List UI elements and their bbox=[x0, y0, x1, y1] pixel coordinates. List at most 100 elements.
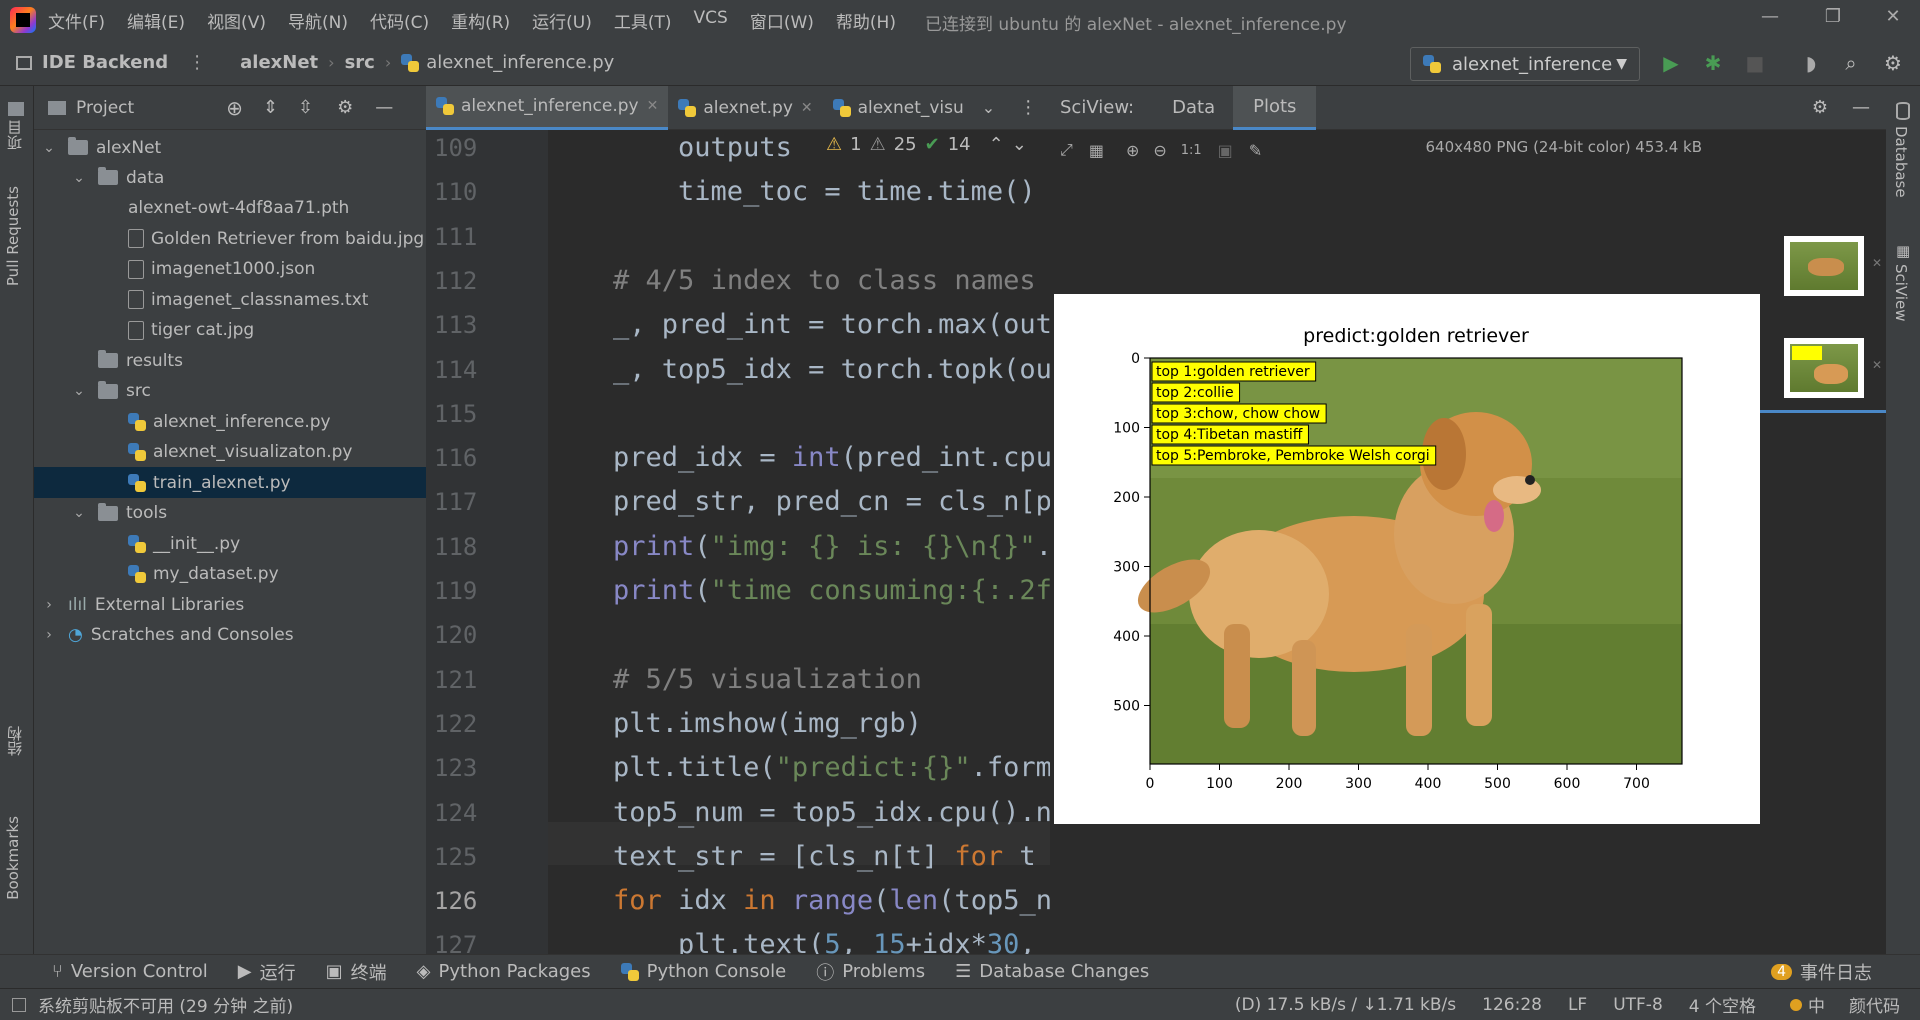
menu-item-4[interactable]: 代码(C) bbox=[370, 8, 429, 33]
grid-icon[interactable]: ▦ bbox=[1089, 141, 1104, 160]
pull-requests-tool-tab[interactable]: Pull Requests bbox=[4, 186, 22, 286]
actual-size-button[interactable]: 1:1 bbox=[1181, 143, 1202, 158]
tree-item[interactable]: results bbox=[34, 345, 426, 376]
code-area[interactable]: outputs time_toc = time.time() # 4/5 ind… bbox=[548, 130, 1050, 954]
tab-run[interactable]: ▶ 运行 bbox=[238, 959, 296, 985]
bookmarks-tool-tab[interactable]: Bookmarks bbox=[4, 816, 22, 900]
previous-highlight-icon[interactable]: ⌃ bbox=[989, 134, 1004, 155]
tab-data[interactable]: Data bbox=[1164, 86, 1223, 130]
tree-item[interactable]: __init__.py bbox=[34, 528, 426, 559]
tree-item[interactable]: train_alexnet.py bbox=[34, 467, 426, 499]
toggle-tool-windows-icon[interactable] bbox=[12, 997, 26, 1012]
menu-item-6[interactable]: 运行(U) bbox=[532, 8, 592, 33]
close-thumbnail-icon[interactable]: ✕ bbox=[1872, 358, 1882, 372]
project-panel-title[interactable]: Project bbox=[76, 98, 134, 118]
indent-setting[interactable]: 4 个空格 bbox=[1689, 992, 1756, 1017]
close-thumbnail-icon[interactable]: ✕ bbox=[1872, 256, 1882, 270]
search-icon[interactable]: ⌕ bbox=[1838, 50, 1864, 76]
run-configuration-select[interactable]: alexnet_inference ▼ bbox=[1410, 47, 1640, 81]
hide-panel-icon[interactable]: — bbox=[375, 97, 393, 118]
menu-item-3[interactable]: 导航(N) bbox=[288, 8, 348, 33]
close-icon[interactable]: ✕ bbox=[1878, 6, 1908, 27]
tab-version-control[interactable]: ⑂ Version Control bbox=[52, 961, 208, 982]
restore-icon[interactable]: ❐ bbox=[1818, 6, 1848, 27]
panel-settings-gear-icon[interactable]: ⚙ bbox=[337, 97, 353, 118]
tree-item[interactable]: ⌄ alexNet bbox=[34, 132, 426, 163]
debug-icon[interactable]: ✱ bbox=[1700, 50, 1726, 76]
tree-item[interactable]: › ılıl External Libraries bbox=[34, 589, 426, 620]
breadcrumb-file[interactable]: alexnet_inference.py bbox=[426, 52, 614, 73]
sciview-settings-gear-icon[interactable]: ⚙ bbox=[1812, 97, 1828, 118]
tab-problems[interactable]: ⓘ Problems bbox=[816, 959, 925, 985]
zoom-out-icon[interactable]: ⊖ bbox=[1153, 141, 1166, 160]
inspection-widget[interactable]: ⚠ 1 ⚠ 25 ✔ 14 ⌃ ⌄ bbox=[826, 134, 1027, 155]
tree-item[interactable]: ⌄ src bbox=[34, 376, 426, 407]
tree-item[interactable]: › ◔ Scratches and Consoles bbox=[34, 620, 426, 651]
close-tab-icon[interactable]: ✕ bbox=[647, 98, 659, 114]
close-tab-icon[interactable]: ✕ bbox=[801, 100, 813, 116]
tab-python-console[interactable]: Python Console bbox=[620, 961, 786, 982]
tree-item[interactable]: alexnet_inference.py bbox=[34, 406, 426, 437]
caret-position[interactable]: 126:28 bbox=[1482, 995, 1542, 1015]
chevron-icon[interactable]: ⌄ bbox=[72, 170, 86, 186]
breadcrumb-project[interactable]: alexNet bbox=[240, 52, 318, 73]
editor-tab-alexnet-inference[interactable]: alexnet_inference.py ✕ bbox=[426, 85, 669, 130]
fit-to-window-icon[interactable]: ⤢ bbox=[1060, 140, 1073, 160]
minimize-icon[interactable]: — bbox=[1755, 6, 1785, 27]
collapse-all-icon[interactable]: ⇳ bbox=[298, 97, 313, 118]
ime-language[interactable]: 中 bbox=[1808, 992, 1825, 1017]
menu-item-8[interactable]: VCS bbox=[694, 8, 728, 33]
expand-all-icon[interactable]: ⇕ bbox=[263, 97, 278, 118]
tree-item[interactable]: ⌄ data bbox=[34, 162, 426, 193]
chevron-icon[interactable]: › bbox=[42, 597, 56, 613]
menu-item-0[interactable]: 文件(F) bbox=[48, 8, 105, 33]
menu-item-2[interactable]: 视图(V) bbox=[207, 8, 266, 33]
tab-terminal[interactable]: ▣ 终端 bbox=[326, 959, 387, 985]
editor-tab-alexnet[interactable]: alexnet.py ✕ bbox=[668, 86, 822, 130]
tree-item[interactable]: Golden Retriever from baidu.jpg bbox=[34, 223, 426, 254]
hide-panel-icon[interactable]: — bbox=[1852, 97, 1870, 118]
locate-target-icon[interactable]: ⊕ bbox=[226, 96, 243, 120]
database-tool-tab[interactable]: Database bbox=[1892, 126, 1910, 198]
backend-selector[interactable]: IDE Backend ⋮ bbox=[16, 52, 206, 73]
menu-item-10[interactable]: 帮助(H) bbox=[836, 8, 896, 33]
event-log-button[interactable]: 4 事件日志 bbox=[1771, 959, 1872, 985]
more-vertical-icon[interactable]: ⋮ bbox=[1019, 97, 1037, 118]
settings-gear-icon[interactable]: ⚙ bbox=[1880, 50, 1906, 76]
tab-database-changes[interactable]: ☰ Database Changes bbox=[955, 961, 1149, 982]
color-picker-icon[interactable]: ✎ bbox=[1249, 141, 1262, 160]
structure-tool-tab[interactable]: 结构 bbox=[4, 726, 25, 756]
tree-item[interactable]: imagenet_classnames.txt bbox=[34, 284, 426, 315]
stop-icon[interactable]: ■ bbox=[1742, 50, 1768, 76]
chevron-icon[interactable]: ⌄ bbox=[72, 505, 86, 521]
menu-item-1[interactable]: 编辑(E) bbox=[127, 8, 185, 33]
menu-item-9[interactable]: 窗口(W) bbox=[750, 8, 814, 33]
editor-tab-alexnet-visualization[interactable]: alexnet_visu bbox=[823, 86, 974, 130]
line-separator[interactable]: LF bbox=[1568, 995, 1587, 1015]
profile-icon[interactable]: ◗ bbox=[1798, 50, 1824, 76]
more-vertical-icon[interactable]: ⋮ bbox=[188, 52, 206, 73]
tree-item[interactable]: alexnet_visualizaton.py bbox=[34, 437, 426, 468]
tree-item[interactable]: my_dataset.py bbox=[34, 559, 426, 590]
tree-item[interactable]: alexnet-owt-4df8aa71.pth bbox=[34, 193, 426, 224]
tree-item[interactable]: imagenet1000.json bbox=[34, 254, 426, 285]
next-highlight-icon[interactable]: ⌄ bbox=[1012, 134, 1027, 155]
breadcrumb-folder[interactable]: src bbox=[345, 52, 375, 73]
tabs-dropdown-chevron-icon[interactable]: ⌄ bbox=[982, 98, 995, 117]
menu-item-5[interactable]: 重构(R) bbox=[451, 8, 510, 33]
tab-plots[interactable]: Plots bbox=[1233, 85, 1317, 130]
background-icon[interactable]: ▣ bbox=[1218, 141, 1233, 160]
plot-thumbnail-2[interactable] bbox=[1784, 338, 1864, 398]
project-tool-tab[interactable]: 项目 bbox=[4, 120, 25, 150]
tree-item[interactable]: tiger cat.jpg bbox=[34, 315, 426, 346]
tab-python-packages[interactable]: ◈ Python Packages bbox=[417, 961, 591, 982]
plot-thumbnail-1[interactable] bbox=[1784, 236, 1864, 296]
run-icon[interactable]: ▶ bbox=[1658, 50, 1684, 76]
sciview-tool-tab[interactable]: SciView bbox=[1892, 264, 1910, 322]
chevron-icon[interactable]: › bbox=[42, 627, 56, 643]
tree-item[interactable]: ⌄ tools bbox=[34, 498, 426, 529]
zoom-in-icon[interactable]: ⊕ bbox=[1126, 141, 1139, 160]
menu-item-7[interactable]: 工具(T) bbox=[614, 8, 672, 33]
chevron-icon[interactable]: ⌄ bbox=[72, 383, 86, 399]
chevron-icon[interactable]: ⌄ bbox=[42, 140, 56, 156]
